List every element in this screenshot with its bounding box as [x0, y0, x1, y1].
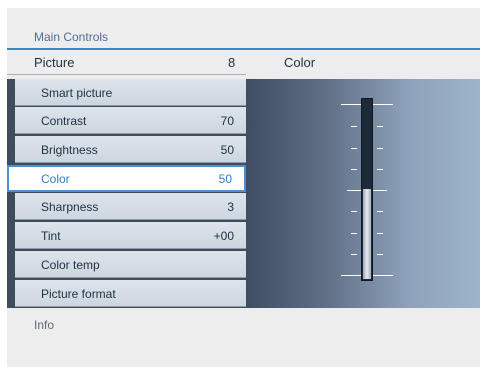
picture-value: 8: [228, 55, 236, 70]
color-heading: Color: [284, 55, 316, 70]
menu-item-label: Color temp: [41, 258, 100, 272]
slider-right-tick: [377, 126, 383, 127]
menu-item-color-temp[interactable]: Color temp: [15, 251, 246, 278]
slider-left-tick: [351, 126, 357, 127]
menu-item-label: Contrast: [41, 114, 87, 128]
slider-right-tick: [377, 211, 383, 212]
slider-right-tick: [377, 233, 383, 234]
menu-item-value: 3: [227, 200, 234, 214]
slider-right-tick: [377, 254, 383, 255]
menu-item-value: +00: [213, 229, 234, 243]
color-slider-track[interactable]: [361, 98, 373, 281]
menu-item-label: Tint: [41, 229, 61, 243]
menu-item-value: 70: [220, 114, 234, 128]
menu-item-label: Sharpness: [41, 200, 99, 214]
menu-item-brightness[interactable]: Brightness 50: [15, 136, 246, 163]
info-label: Info: [34, 318, 55, 332]
menu-item-tint[interactable]: Tint +00: [15, 222, 246, 249]
menu-item-color[interactable]: Color 50: [7, 165, 246, 192]
menu-item-label: Smart picture: [41, 86, 113, 100]
slider-right-tick: [377, 148, 383, 149]
main-controls-title: Main Controls: [34, 30, 109, 44]
slider-right-tick: [377, 169, 383, 170]
slider-left-tick: [351, 211, 357, 212]
menu-item-value: 50: [220, 143, 234, 157]
menu-item-label: Picture format: [41, 287, 116, 301]
menu-item-smart-picture[interactable]: Smart picture: [15, 79, 246, 106]
slider-left-tick: [351, 254, 357, 255]
picture-header-row: Picture 8 Color: [7, 50, 480, 74]
menu-item-sharpness[interactable]: Sharpness 3: [15, 193, 246, 220]
picture-label: Picture: [34, 55, 75, 70]
menu-item-label: Color: [41, 172, 70, 186]
slider-left-tick: [351, 233, 357, 234]
picture-menu: Smart picture Contrast 70 Brightness 50 …: [7, 79, 246, 308]
menu-item-value: 50: [218, 172, 232, 186]
header-divider: [7, 74, 246, 75]
menu-item-contrast[interactable]: Contrast 70: [15, 107, 246, 134]
menu-item-picture-format[interactable]: Picture format: [15, 280, 246, 307]
color-slider-fill: [363, 189, 371, 279]
color-slider-panel: [246, 79, 480, 308]
slider-left-tick: [351, 169, 357, 170]
menu-item-label: Brightness: [41, 143, 98, 157]
slider-left-tick: [351, 148, 357, 149]
